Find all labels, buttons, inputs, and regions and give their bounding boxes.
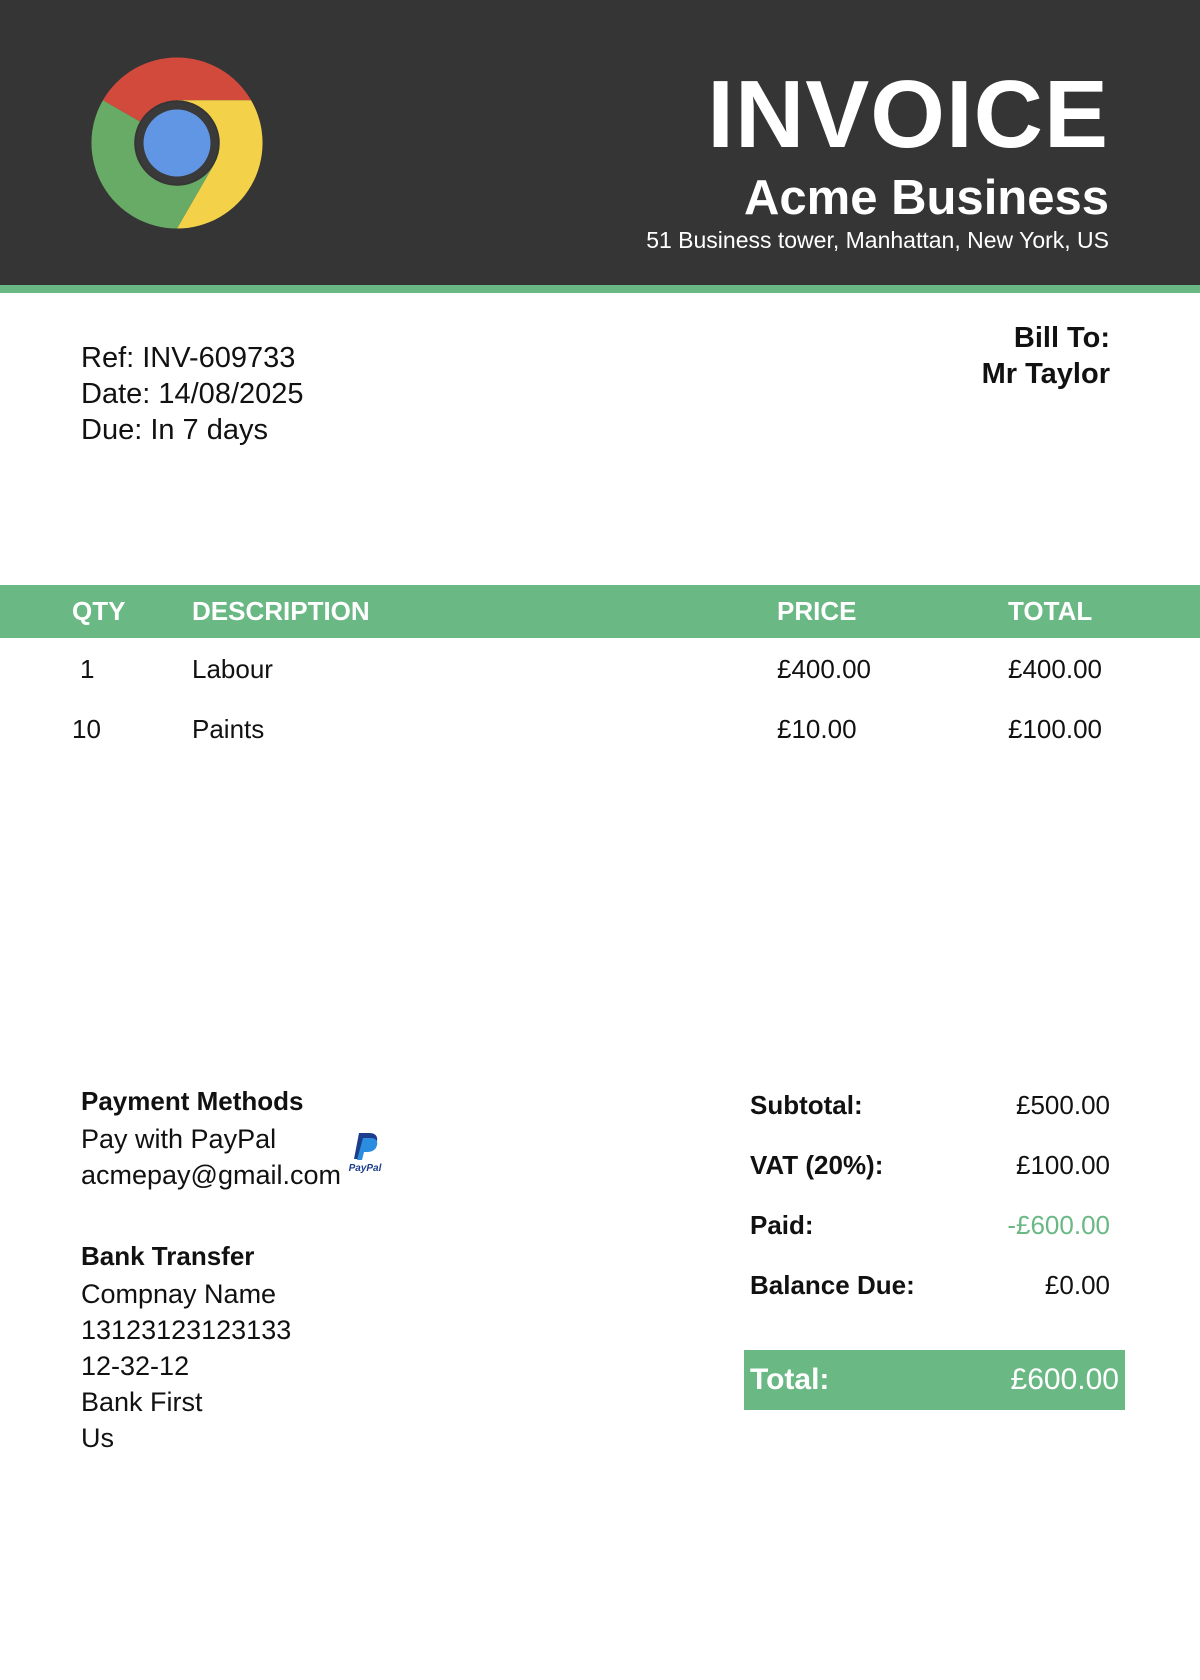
grand-total: Total: £600.00 <box>744 1350 1125 1410</box>
subtotal-row: Subtotal: £500.00 <box>750 1087 1110 1147</box>
bill-to-name: Mr Taylor <box>981 358 1110 390</box>
vat-label: VAT (20%): <box>750 1150 884 1180</box>
balance-label: Balance Due: <box>750 1270 915 1300</box>
company-name: Acme Business <box>744 171 1109 225</box>
company-address: 51 Business tower, Manhattan, New York, … <box>646 227 1109 253</box>
bill-to: Bill To: Mr Taylor <box>982 320 1110 392</box>
column-header-price: PRICE <box>777 596 857 626</box>
item-price: £400.00 <box>777 654 871 684</box>
item-qty: 1 <box>80 654 95 684</box>
chrome-logo-icon <box>91 57 263 229</box>
paypal-label: Pay with PayPal <box>81 1124 277 1154</box>
item-total: £400.00 <box>1008 654 1102 684</box>
table-row: 1 Labour £400.00 £400.00 <box>0 639 1200 699</box>
payment-methods-heading: Payment Methods <box>81 1086 304 1116</box>
invoice-title: INVOICE <box>707 61 1109 168</box>
header-divider <box>0 285 1200 293</box>
bill-to-label: Bill To: <box>1013 322 1110 354</box>
invoice-meta: Ref: INV-609733 Date: 14/08/2025 Due: In… <box>81 340 304 448</box>
bank-company: Compnay Name <box>81 1279 277 1309</box>
grand-total-label: Total: <box>750 1363 830 1396</box>
paid-row: Paid: -£600.00 <box>750 1207 1110 1267</box>
invoice-date: Date: 14/08/2025 <box>81 378 304 410</box>
column-header-qty: QTY <box>72 596 126 626</box>
title-block: INVOICE Acme Business 51 Business tower,… <box>646 60 1109 254</box>
bank-sort-code: 12-32-12 <box>81 1351 190 1381</box>
items-table-header: QTY DESCRIPTION PRICE TOTAL <box>0 585 1200 638</box>
balance-value: £0.00 <box>1044 1270 1110 1300</box>
item-description: Labour <box>192 654 273 684</box>
item-qty: 10 <box>72 714 101 744</box>
invoice-due: Due: In 7 days <box>81 414 268 446</box>
column-header-total: TOTAL <box>1008 596 1093 626</box>
invoice-ref: Ref: INV-609733 <box>81 342 296 374</box>
vat-value: £100.00 <box>1016 1150 1110 1180</box>
grand-total-value: £600.00 <box>1010 1363 1119 1396</box>
totals-summary: Subtotal: £500.00 VAT (20%): £100.00 Pai… <box>750 1087 1110 1327</box>
bank-transfer: Bank Transfer Compnay Name 1312312312313… <box>81 1238 291 1456</box>
svg-text:PayPal: PayPal <box>349 1163 382 1174</box>
bank-account-number: 13123123123133 <box>81 1315 292 1345</box>
subtotal-value: £500.00 <box>1016 1090 1110 1120</box>
paypal-email[interactable]: acmepay@gmail.com <box>81 1157 341 1193</box>
item-total: £100.00 <box>1008 714 1102 744</box>
payment-methods: Payment Methods Pay with PayPal acmepay@… <box>81 1083 382 1193</box>
vat-row: VAT (20%): £100.00 <box>750 1147 1110 1207</box>
subtotal-label: Subtotal: <box>750 1090 863 1120</box>
invoice-header: INVOICE Acme Business 51 Business tower,… <box>0 0 1200 285</box>
item-price: £10.00 <box>777 714 857 744</box>
bank-country: Us <box>81 1423 114 1453</box>
bank-name: Bank First <box>81 1387 203 1417</box>
item-description: Paints <box>192 714 265 744</box>
balance-row: Balance Due: £0.00 <box>750 1267 1110 1327</box>
column-header-description: DESCRIPTION <box>192 596 370 626</box>
paypal-icon: PayPal <box>349 1133 382 1174</box>
paid-value: -£600.00 <box>1007 1210 1110 1240</box>
bank-transfer-heading: Bank Transfer <box>81 1241 255 1271</box>
table-row: 10 Paints £10.00 £100.00 <box>0 699 1200 759</box>
paid-label: Paid: <box>750 1210 814 1240</box>
